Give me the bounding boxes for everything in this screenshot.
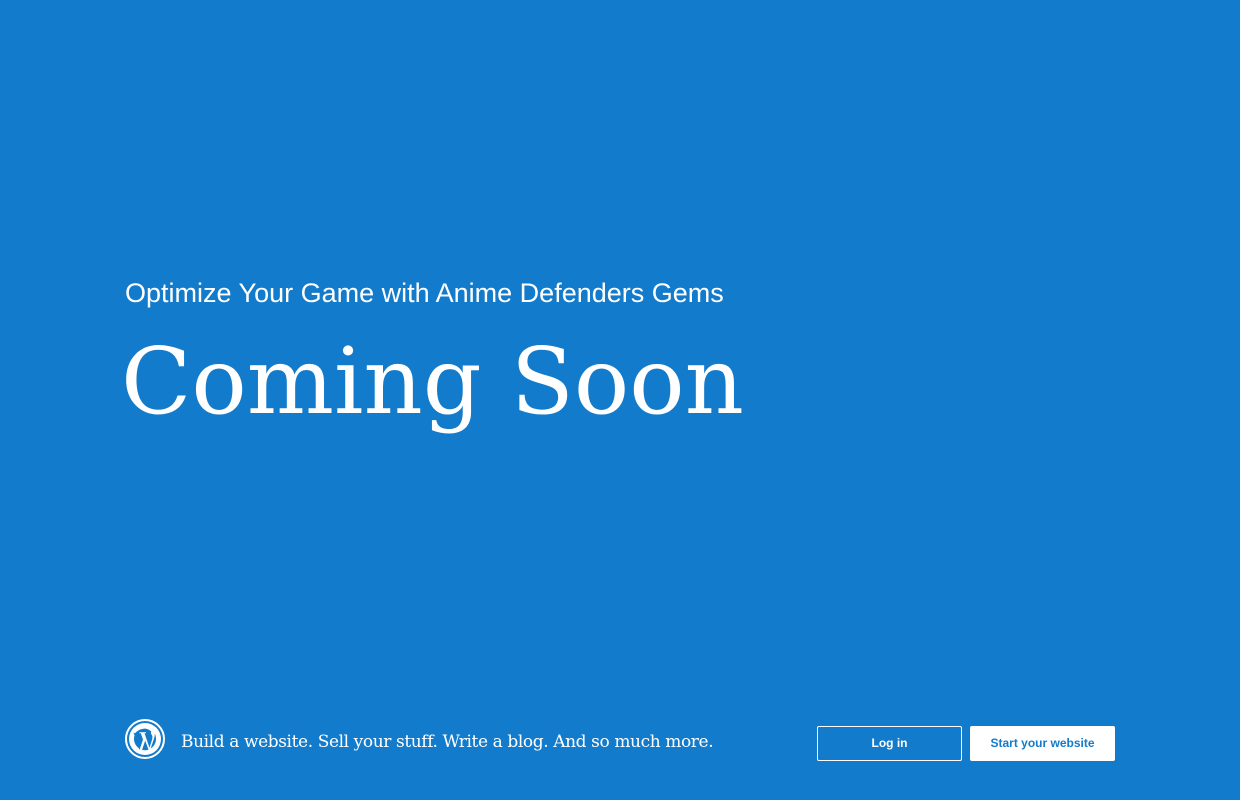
start-your-website-button[interactable]: Start your website (970, 726, 1115, 761)
log-in-button[interactable]: Log in (817, 726, 962, 761)
wpcom-footer-banner: Build a website. Sell your stuff. Write … (125, 719, 1115, 763)
coming-soon-heading: Coming Soon (121, 328, 744, 435)
wordpress-logo-icon[interactable] (125, 719, 165, 759)
footer-tagline: Build a website. Sell your stuff. Write … (181, 732, 714, 752)
site-title: Optimize Your Game with Anime Defenders … (125, 278, 724, 308)
